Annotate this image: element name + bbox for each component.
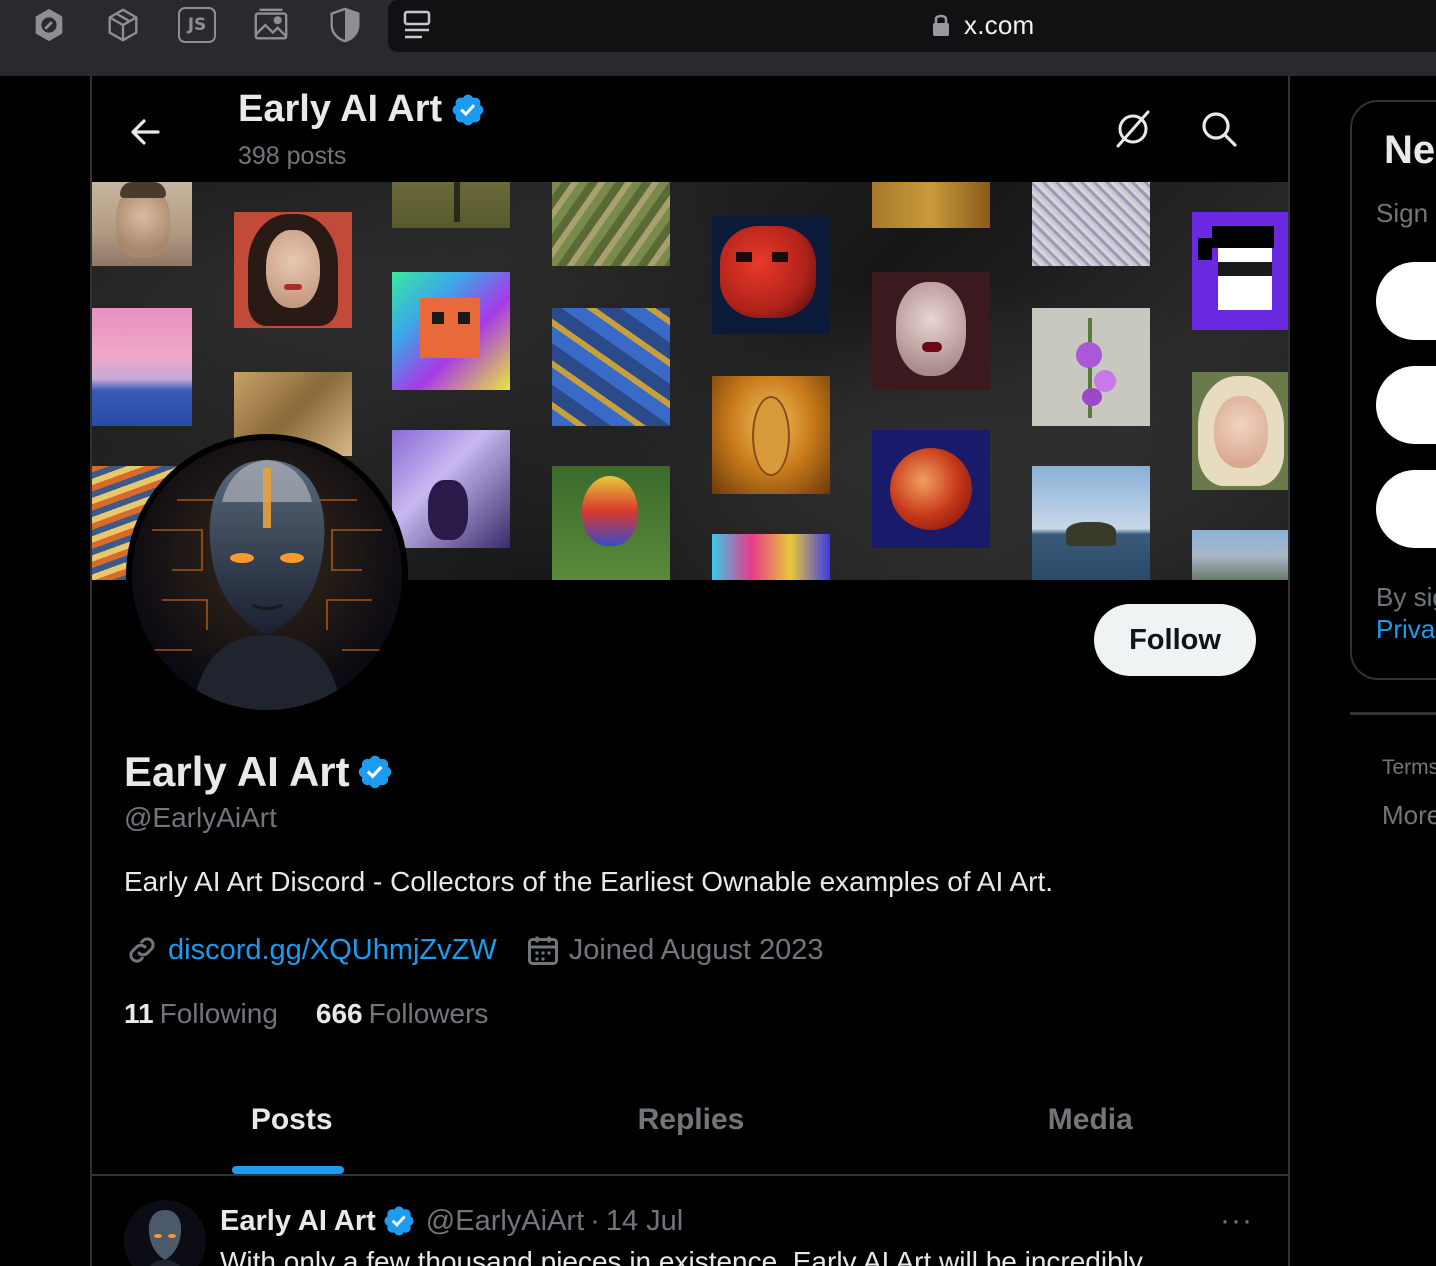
footer-terms-link[interactable]: Terms bbox=[1382, 756, 1436, 780]
lock-icon bbox=[933, 14, 949, 36]
banner-art-blue-tiles bbox=[552, 308, 670, 426]
link-icon bbox=[129, 937, 155, 963]
js-extension-icon[interactable]: JS bbox=[176, 4, 218, 46]
banner-art-mountains bbox=[1192, 530, 1288, 580]
tab-replies[interactable]: Replies bbox=[491, 1066, 890, 1174]
banner-art-balloon bbox=[552, 466, 670, 580]
post-text: With only a few thousand pieces in exist… bbox=[220, 1246, 1143, 1266]
post-date[interactable]: 14 Jul bbox=[606, 1205, 683, 1238]
post-avatar[interactable] bbox=[124, 1200, 206, 1266]
search-icon[interactable] bbox=[1200, 110, 1238, 148]
ai-head-illustration bbox=[132, 440, 402, 710]
tab-posts[interactable]: Posts bbox=[92, 1066, 491, 1174]
banner-art-rainbow-punk bbox=[392, 272, 510, 390]
banner-art-purple-flowers bbox=[1032, 308, 1150, 426]
banner-art-rainbow-glitch bbox=[712, 534, 830, 580]
posts-count: 398 posts bbox=[238, 142, 347, 170]
signup-google-button[interactable] bbox=[1376, 262, 1436, 340]
signup-terms-text: By sig bbox=[1376, 582, 1436, 612]
followers-count: 666 bbox=[315, 998, 363, 1029]
shield-extension-icon[interactable] bbox=[324, 4, 366, 46]
image-extension-icon[interactable] bbox=[250, 4, 292, 46]
cube-extension-icon[interactable] bbox=[102, 4, 144, 46]
profile-avatar[interactable] bbox=[126, 434, 408, 716]
banner-art-sea-rock bbox=[1032, 466, 1150, 580]
signup-card: Ne Sign By sig Priva bbox=[1350, 100, 1436, 680]
banner-art-animal-sketch bbox=[1032, 182, 1150, 266]
calendar-icon bbox=[527, 936, 558, 965]
signup-title: Ne bbox=[1384, 128, 1436, 172]
footer-more-link[interactable]: More bbox=[1382, 800, 1436, 831]
profile-meta: discord.gg/XQUhmjZvZW Joined August 2023 bbox=[124, 932, 824, 968]
profile-bio: Early AI Art Discord - Collectors of the… bbox=[124, 866, 1054, 897]
verified-badge-icon[interactable] bbox=[356, 753, 394, 791]
post-header: Early AI Art @EarlyAiArt · 14 Jul bbox=[220, 1204, 683, 1238]
tab-media[interactable]: Media bbox=[891, 1066, 1288, 1174]
followers-label: Followers bbox=[368, 998, 489, 1029]
banner-art-red-face bbox=[712, 216, 830, 334]
profile-header: Early AI Art 398 posts bbox=[92, 76, 1288, 182]
post-separator: · bbox=[590, 1204, 600, 1237]
banner-art-portrait-man bbox=[92, 182, 192, 266]
wrench-extension-icon[interactable] bbox=[28, 4, 70, 46]
url-bar[interactable]: x.com bbox=[388, 0, 1436, 52]
banner-art-gold-figure bbox=[872, 182, 990, 228]
browser-toolbar: JS x.com bbox=[0, 0, 1436, 76]
banner-art-pixel-avatar bbox=[1192, 212, 1288, 330]
banner-art-purple-glitch bbox=[392, 430, 510, 548]
banner-art-portrait-woman bbox=[234, 212, 352, 328]
sidebar-toggle-icon[interactable] bbox=[402, 10, 432, 42]
profile-handle: @EarlyAiArt bbox=[124, 802, 277, 833]
follow-button[interactable]: Follow bbox=[1094, 604, 1256, 676]
following-link[interactable]: 11 Following bbox=[124, 998, 278, 1030]
verified-badge-icon bbox=[452, 94, 484, 125]
profile-name: Early AI Art bbox=[124, 748, 394, 796]
grok-icon[interactable] bbox=[1112, 108, 1154, 150]
following-label: Following bbox=[159, 998, 278, 1029]
signup-subtitle: Sign bbox=[1376, 198, 1429, 228]
avatar-image bbox=[132, 440, 402, 710]
banner-art-gold-mask bbox=[712, 376, 830, 494]
banner-art-blonde-doll bbox=[1192, 372, 1288, 490]
signup-apple-button[interactable] bbox=[1376, 366, 1436, 444]
extension-icons: JS bbox=[28, 4, 398, 46]
privacy-link[interactable]: Priva bbox=[1376, 614, 1435, 645]
banner-art-landscape-tree bbox=[392, 182, 510, 228]
create-account-button[interactable] bbox=[1376, 470, 1436, 548]
verified-badge-icon bbox=[384, 1206, 414, 1236]
post-author-handle[interactable]: @EarlyAiArt bbox=[426, 1205, 584, 1238]
more-options-icon[interactable]: ··· bbox=[1220, 1204, 1253, 1238]
url-text: x.com bbox=[964, 10, 1035, 40]
sidebar-divider bbox=[1350, 712, 1436, 715]
post-author-name[interactable]: Early AI Art bbox=[220, 1205, 376, 1238]
post-avatar-illustration bbox=[124, 1200, 206, 1266]
banner-art-crystal-orb bbox=[872, 430, 990, 548]
followers-link[interactable]: 666 Followers bbox=[316, 998, 489, 1030]
banner-art-pink-sunset bbox=[92, 308, 192, 426]
post-item[interactable]: Early AI Art @EarlyAiArt · 14 Jul ··· Wi… bbox=[92, 1176, 1288, 1266]
header-title: Early AI Art bbox=[238, 88, 486, 131]
back-arrow-icon[interactable] bbox=[126, 112, 166, 152]
following-count: 11 bbox=[124, 998, 154, 1029]
banner-art-pale-woman bbox=[872, 272, 990, 390]
follow-counts: 11 Following 666 Followers bbox=[124, 998, 526, 1030]
header-name: Early AI Art bbox=[238, 88, 443, 130]
active-tab-indicator bbox=[232, 1166, 344, 1174]
joined-date: Joined August 2023 bbox=[568, 933, 824, 966]
profile-tabs: Posts Replies Media bbox=[92, 1066, 1288, 1176]
profile-column: Early AI Art 398 posts Follow Early AI A… bbox=[90, 76, 1290, 1266]
profile-link[interactable]: discord.gg/XQUhmjZvZW bbox=[168, 934, 497, 967]
banner-art-terrain bbox=[552, 182, 670, 266]
profile-display-name: Early AI Art bbox=[124, 748, 350, 795]
